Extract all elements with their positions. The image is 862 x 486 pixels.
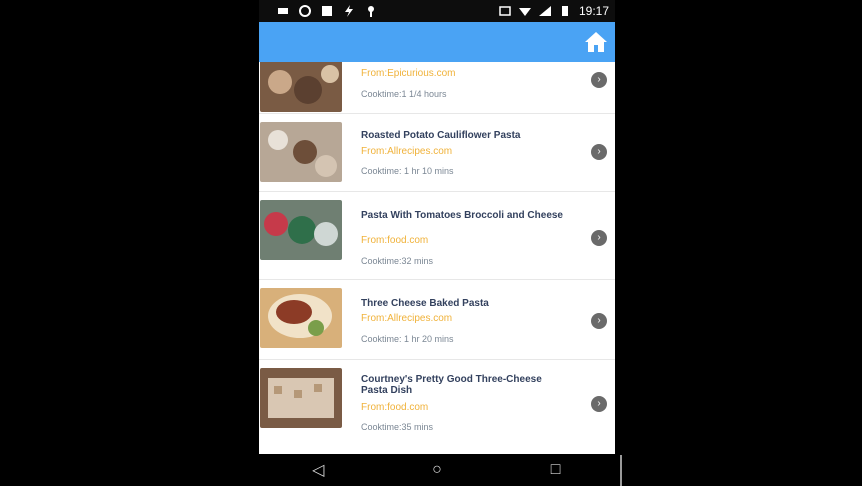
recipe-list[interactable]: From:Epicurious.com Cooktime:1 1/4 hours… bbox=[259, 62, 615, 454]
back-button[interactable]: ◁ bbox=[298, 458, 338, 482]
wifi-icon bbox=[518, 8, 531, 16]
recents-button[interactable]: □ bbox=[536, 458, 576, 482]
battery-status-icon bbox=[561, 6, 568, 16]
status-left-icons bbox=[277, 5, 377, 17]
divider-line bbox=[620, 455, 622, 486]
recipe-row[interactable]: From:Epicurious.com Cooktime:1 1/4 hours… bbox=[259, 62, 615, 114]
recipe-cooktime: Cooktime:32 mins bbox=[361, 256, 434, 266]
app-bar bbox=[259, 22, 615, 62]
recipe-row[interactable]: Courtney's Pretty Good Three-Cheese Past… bbox=[259, 360, 615, 454]
recipe-source[interactable]: From:Epicurious.com bbox=[361, 68, 455, 79]
recipe-thumbnail bbox=[260, 200, 342, 260]
home-button[interactable] bbox=[583, 29, 609, 55]
chevron-right-icon[interactable]: › bbox=[591, 144, 607, 160]
video-frame: 19:17 From:Epicurious.com Cooktime:1 1/4… bbox=[0, 0, 862, 486]
home-icon bbox=[585, 32, 607, 52]
recipe-thumbnail bbox=[260, 122, 342, 182]
status-time: 19:17 bbox=[578, 4, 609, 18]
phone-screen: 19:17 From:Epicurious.com Cooktime:1 1/4… bbox=[259, 0, 615, 486]
recipe-row[interactable]: Roasted Potato Cauliflower Pasta From:Al… bbox=[259, 114, 615, 192]
recipe-thumbnail bbox=[260, 368, 342, 428]
recipe-cooktime: Cooktime:35 mins bbox=[361, 422, 434, 432]
home-nav-icon: ○ bbox=[432, 461, 442, 478]
recipe-source[interactable]: From:food.com bbox=[361, 235, 428, 246]
status-right-icons: 19:17 bbox=[499, 4, 609, 18]
chevron-right-icon[interactable]: › bbox=[591, 313, 607, 329]
recipe-row[interactable]: Three Cheese Baked Pasta From:Allrecipes… bbox=[259, 280, 615, 360]
chevron-right-icon[interactable]: › bbox=[591, 72, 607, 88]
battery-icon bbox=[278, 8, 288, 14]
recipe-thumbnail bbox=[260, 288, 342, 348]
chevron-right-icon[interactable]: › bbox=[591, 230, 607, 246]
signal-icon bbox=[538, 6, 551, 16]
chevron-right-icon[interactable]: › bbox=[591, 396, 607, 412]
android-nav-bar: ◁ ○ □ bbox=[259, 454, 615, 486]
recipe-title[interactable]: Roasted Potato Cauliflower Pasta bbox=[361, 130, 571, 141]
back-icon: ◁ bbox=[312, 462, 325, 479]
sim-icon bbox=[499, 6, 511, 16]
location-icon bbox=[368, 6, 374, 17]
recipe-thumbnail bbox=[260, 62, 342, 112]
recipe-cooktime: Cooktime:1 1/4 hours bbox=[361, 89, 447, 99]
recipe-title[interactable]: Pasta With Tomatoes Broccoli and Cheese bbox=[361, 210, 571, 221]
recipe-title[interactable]: Courtney's Pretty Good Three-Cheese Past… bbox=[361, 374, 571, 396]
circle-icon bbox=[299, 5, 311, 17]
recents-icon: □ bbox=[550, 461, 561, 478]
home-nav-button[interactable]: ○ bbox=[417, 458, 457, 482]
recipe-source[interactable]: From:food.com bbox=[361, 402, 428, 413]
recipe-cooktime: Cooktime: 1 hr 20 mins bbox=[361, 334, 454, 344]
recipe-source[interactable]: From:Allrecipes.com bbox=[361, 146, 452, 157]
square-icon bbox=[322, 6, 332, 16]
status-bar: 19:17 bbox=[259, 0, 615, 22]
recipe-title[interactable]: Three Cheese Baked Pasta bbox=[361, 298, 571, 309]
recipe-row[interactable]: Pasta With Tomatoes Broccoli and Cheese … bbox=[259, 192, 615, 280]
bolt-icon bbox=[345, 5, 353, 17]
recipe-source[interactable]: From:Allrecipes.com bbox=[361, 313, 452, 324]
recipe-cooktime: Cooktime: 1 hr 10 mins bbox=[361, 166, 454, 176]
